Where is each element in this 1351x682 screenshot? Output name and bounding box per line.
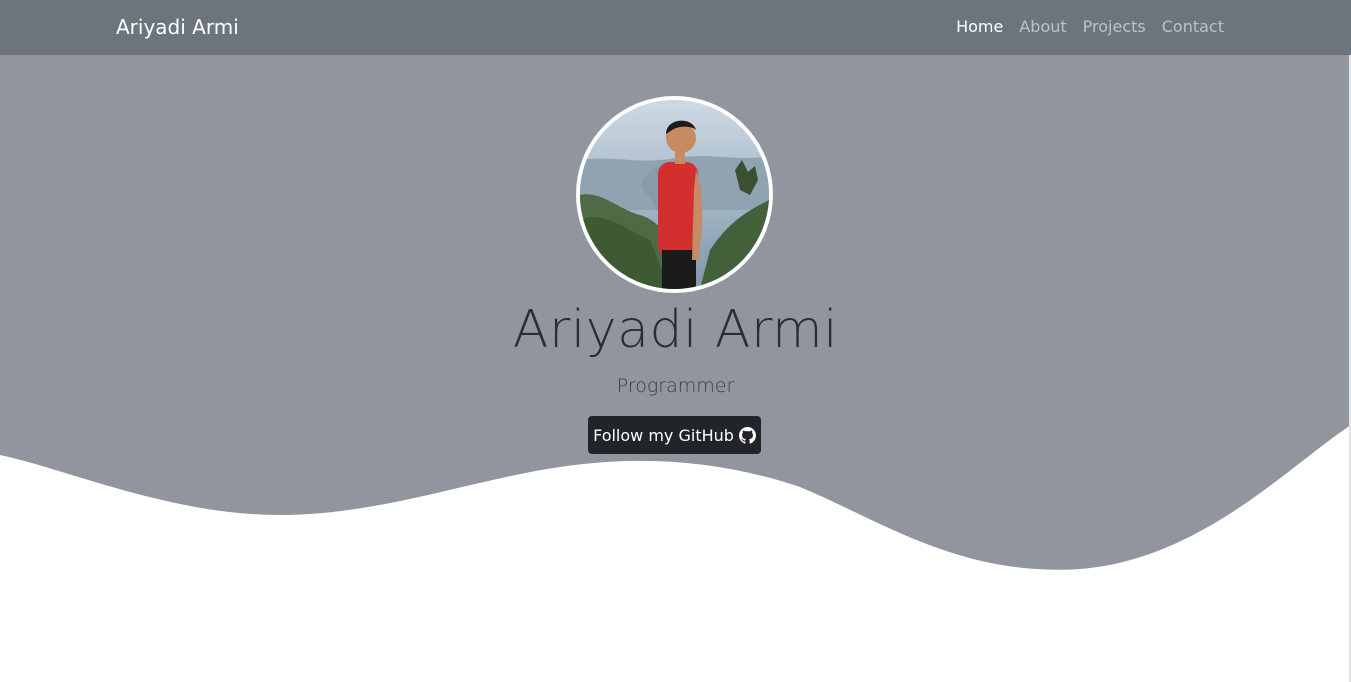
profile-photo [580, 100, 769, 289]
nav-links: Home About Projects Contact [956, 17, 1224, 36]
brand-link[interactable]: Ariyadi Armi [116, 15, 239, 39]
profile-name: Ariyadi Armi [512, 300, 839, 360]
nav-link-home[interactable]: Home [956, 17, 1003, 36]
profile-role: Programmer [616, 375, 735, 397]
nav-link-projects[interactable]: Projects [1083, 17, 1146, 36]
nav-link-about[interactable]: About [1019, 17, 1066, 36]
navbar: Ariyadi Armi Home About Projects Contact [0, 0, 1351, 55]
follow-github-button[interactable]: Follow my GitHub [588, 416, 761, 454]
nav-link-contact[interactable]: Contact [1162, 17, 1224, 36]
follow-github-label: Follow my GitHub [593, 425, 734, 445]
avatar [576, 96, 773, 293]
github-icon [738, 426, 756, 444]
